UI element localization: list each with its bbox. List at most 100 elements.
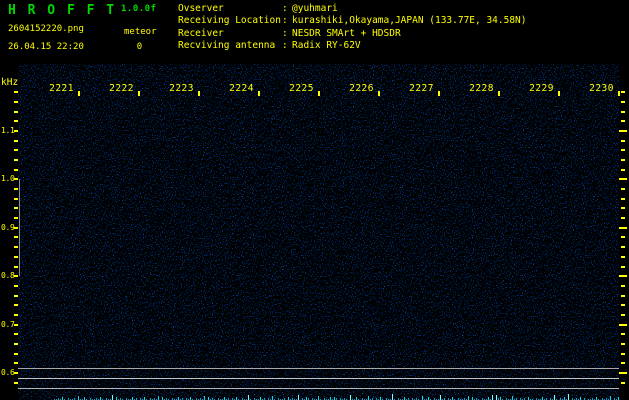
carrier-line xyxy=(18,378,619,379)
freq-tick-mark xyxy=(14,382,18,384)
time-tick-label: 2222 xyxy=(109,83,134,94)
freq-tick-mark xyxy=(619,324,627,326)
freq-tick-label: 0.9 xyxy=(1,223,15,232)
khz-axis-label: kHz xyxy=(1,77,19,88)
freq-tick-mark xyxy=(14,198,18,200)
signal-bar xyxy=(492,395,493,400)
time-tick-mark xyxy=(438,91,440,96)
meteor-count-value: 0 xyxy=(136,42,143,52)
signal-bar xyxy=(298,395,299,400)
freq-tick-mark xyxy=(619,178,627,180)
meteor-count-label: meteor xyxy=(124,27,157,37)
time-tick-label: 2227 xyxy=(409,83,434,94)
info-colon: : xyxy=(282,3,288,14)
signal-bar xyxy=(350,395,351,400)
signal-bar xyxy=(158,396,159,400)
time-tick-mark xyxy=(78,91,80,96)
freq-tick-mark xyxy=(621,169,625,171)
freq-tick-label: 0.7 xyxy=(1,320,15,329)
freq-tick-mark xyxy=(621,353,625,355)
info-value: NESDR SMArt + HDSDR xyxy=(292,27,401,39)
freq-tick-mark xyxy=(14,236,18,238)
freq-tick-mark xyxy=(621,188,625,190)
info-colon: : xyxy=(282,39,288,51)
time-tick-mark xyxy=(378,91,380,96)
time-tick-mark xyxy=(498,91,500,96)
signal-bar xyxy=(248,395,249,400)
freq-tick-mark xyxy=(14,304,18,306)
freq-tick-mark xyxy=(621,236,625,238)
freq-tick-mark xyxy=(14,285,18,287)
info-colon: : xyxy=(282,27,288,39)
app-version: 1.0.0f xyxy=(121,4,157,14)
reference-bar xyxy=(19,179,20,276)
freq-tick-mark xyxy=(14,246,18,248)
signal-bar xyxy=(440,395,441,400)
time-tick-label: 2221 xyxy=(49,83,74,94)
freq-tick-mark xyxy=(14,120,18,122)
freq-tick-mark xyxy=(14,101,18,103)
freq-tick-mark xyxy=(14,188,18,190)
time-tick-mark xyxy=(138,91,140,96)
signal-bar xyxy=(318,396,319,400)
carrier-line xyxy=(18,388,619,389)
time-tick-label: 2230 xyxy=(589,83,614,94)
freq-tick-mark xyxy=(619,372,627,374)
signal-bar xyxy=(468,396,469,400)
station-info: Ovserver: @yuhmari Receiving Location: kura… xyxy=(178,3,527,52)
spectrogram-noise xyxy=(18,64,619,400)
freq-tick-mark xyxy=(621,314,625,316)
freq-tick-mark xyxy=(621,159,625,161)
freq-tick-mark xyxy=(14,159,18,161)
freq-tick-label: 0.8 xyxy=(1,271,15,280)
info-value: kurashiki,Okayama,JAPAN (133.77E, 34.58N… xyxy=(292,15,527,27)
capture-datetime: 26.04.15 22:20 xyxy=(8,42,84,52)
freq-tick-mark xyxy=(14,256,18,258)
freq-tick-mark xyxy=(621,207,625,209)
freq-tick-mark xyxy=(14,207,18,209)
freq-tick-mark xyxy=(14,333,18,335)
info-value: @yuhmari xyxy=(292,3,338,14)
freq-tick-mark xyxy=(621,111,625,113)
freq-tick-mark xyxy=(621,343,625,345)
time-tick-mark xyxy=(198,91,200,96)
time-tick-label: 2226 xyxy=(349,83,374,94)
signal-bar xyxy=(204,396,205,400)
freq-tick-mark xyxy=(14,217,18,219)
freq-tick-mark xyxy=(14,266,18,268)
time-tick-mark xyxy=(618,91,620,96)
freq-tick-mark xyxy=(621,217,625,219)
freq-tick-label: 1.1 xyxy=(1,126,15,135)
app-title: H R O F F T xyxy=(8,3,117,18)
info-label: Ovserver xyxy=(178,3,224,14)
signal-bar xyxy=(422,396,423,400)
info-row: Receiver: NESDR SMArt + HDSDR xyxy=(178,28,527,40)
carrier-line xyxy=(18,368,619,369)
info-row: Ovserver: @yuhmari xyxy=(178,3,527,15)
freq-tick-mark xyxy=(621,304,625,306)
freq-tick-mark xyxy=(621,295,625,297)
time-tick-label: 2223 xyxy=(169,83,194,94)
info-value: Radix RY-62V xyxy=(292,39,361,51)
output-filename: 2604152220.png xyxy=(8,24,84,34)
info-label: Receiver xyxy=(178,27,224,39)
hrofft-screen: H R O F F T 1.0.0f 2604152220.png meteor… xyxy=(0,0,629,400)
time-tick-label: 2225 xyxy=(289,83,314,94)
freq-tick-mark xyxy=(621,198,625,200)
signal-bar xyxy=(78,396,79,400)
signal-bar xyxy=(392,394,393,400)
freq-tick-mark xyxy=(14,91,18,93)
signal-bar xyxy=(512,396,513,400)
freq-tick-mark xyxy=(621,149,625,151)
freq-tick-mark xyxy=(14,343,18,345)
freq-tick-mark xyxy=(14,295,18,297)
freq-tick-label: 0.6 xyxy=(1,368,15,377)
freq-tick-mark xyxy=(621,285,625,287)
freq-tick-mark xyxy=(14,314,18,316)
time-tick-mark xyxy=(318,91,320,96)
freq-tick-mark xyxy=(621,101,625,103)
freq-tick-mark xyxy=(14,140,18,142)
info-row: Recviving antenna: Radix RY-62V xyxy=(178,40,527,52)
freq-tick-mark xyxy=(621,333,625,335)
freq-tick-mark xyxy=(621,140,625,142)
